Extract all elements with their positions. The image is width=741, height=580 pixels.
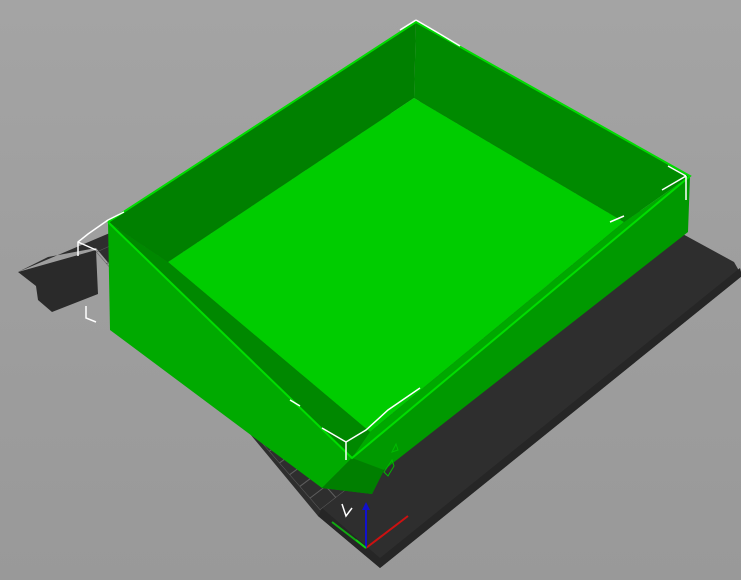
scene-canvas[interactable] xyxy=(0,0,741,580)
bed-notch xyxy=(18,250,98,312)
3d-viewport[interactable] xyxy=(0,0,741,580)
model-tray[interactable] xyxy=(107,20,692,494)
